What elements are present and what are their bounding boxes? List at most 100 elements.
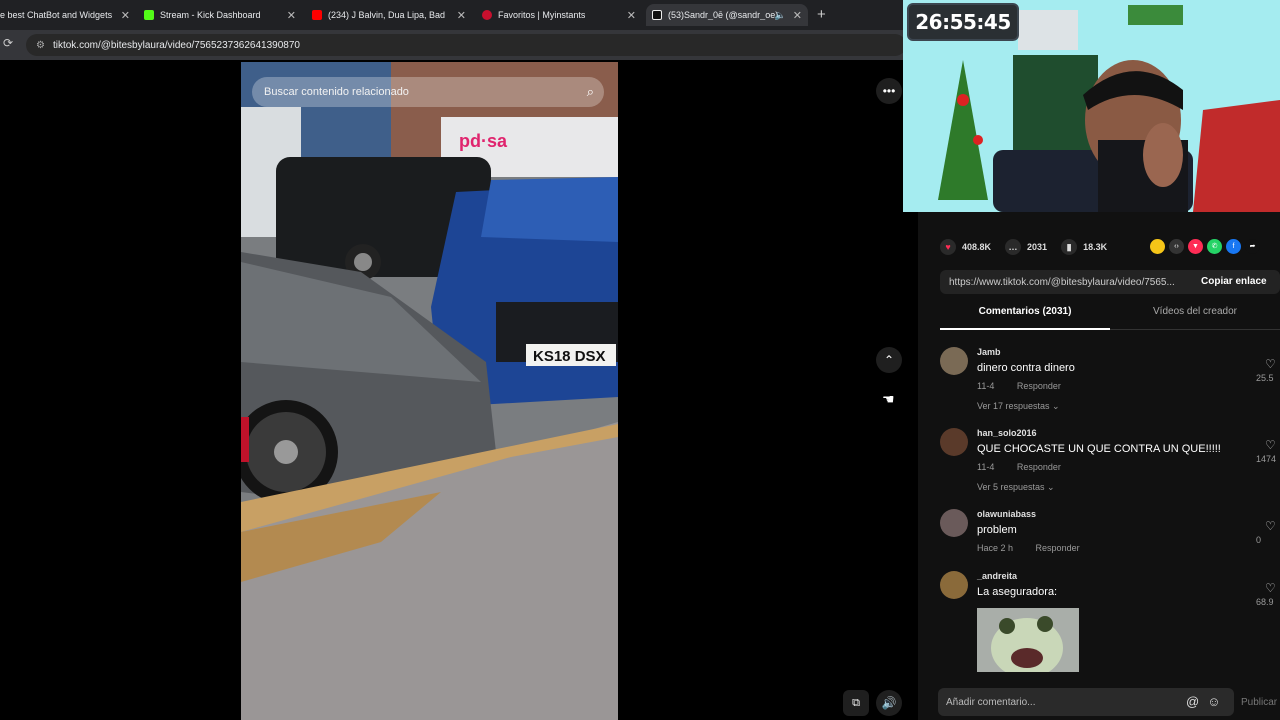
close-icon[interactable]: ✕ [121, 9, 130, 22]
comment-item: _andreita La aseguradora: ♡ 68.9 [940, 571, 1280, 611]
site-settings-icon[interactable]: ⚙ [36, 40, 45, 51]
comment-meta: Hace 2 h Responder [977, 543, 1100, 553]
avatar[interactable] [940, 428, 968, 456]
search-icon[interactable]: ⌕ [587, 84, 594, 100]
emoji-icon[interactable]: ☺ [1207, 694, 1228, 709]
video-frame-image: pd·sa KS18 DSX [241, 62, 618, 720]
publish-button[interactable]: Publicar [1241, 697, 1277, 708]
tab-title: (234) J Balvin, Dua Lipa, Bad Bunny [328, 10, 448, 20]
reload-icon[interactable]: ⟳ [3, 36, 13, 50]
myinstants-icon [482, 10, 492, 20]
license-plate-text: KS18 DSX [533, 348, 606, 365]
view-replies-button[interactable]: Ver 17 respuestas ⌄ [977, 401, 1060, 412]
whatsapp-icon[interactable]: ✆ [1207, 239, 1222, 254]
reply-button[interactable]: Responder [1036, 543, 1080, 553]
related-search-input[interactable]: Buscar contenido relacionado ⌕ [252, 77, 604, 107]
browser-tab-chatbot[interactable]: e best ChatBot and Widgets ✕ [0, 4, 130, 26]
comment-username[interactable]: olawuniabass [977, 509, 1036, 519]
comment-placeholder: Añadir comentario... [946, 696, 1036, 708]
volume-icon[interactable]: 🔊 [876, 690, 902, 716]
pip-icon[interactable]: ⧉ [843, 690, 869, 716]
copy-link-button[interactable]: Copiar enlace [1201, 276, 1267, 287]
video-player[interactable]: pd·sa KS18 DSX [241, 62, 618, 720]
comment-item: Jamb dinero contra dinero 11-4 Responder… [940, 347, 1280, 417]
send-icon[interactable]: ▼ [1188, 239, 1203, 254]
more-options-icon[interactable]: ••• [876, 78, 902, 104]
youtube-icon [312, 10, 322, 20]
comment-username[interactable]: _andreita [977, 571, 1017, 581]
coin-icon[interactable] [1150, 239, 1165, 254]
share-arrow-icon[interactable]: ➦ [1245, 239, 1260, 254]
comment-text: QUE CHOCASTE UN QUE CONTRA UN QUE!!!!! [977, 443, 1221, 455]
comment-icon: … [1005, 239, 1022, 255]
video-link-text: https://www.tiktok.com/@bitesbylaura/vid… [949, 276, 1175, 288]
browser-tab-tiktok[interactable]: (53)Sandr_0ē (@sandr_oe) | 🔈 ✕ [646, 4, 808, 26]
comment-like-count: 0 [1256, 535, 1262, 545]
url-field[interactable]: ⚙ tiktok.com/@bitesbylaura/video/7565237… [26, 34, 906, 56]
comment-username[interactable]: Jamb [977, 347, 1001, 357]
browser-tab-youtube[interactable]: (234) J Balvin, Dua Lipa, Bad Bunny ✕ [312, 4, 466, 26]
speaker-icon[interactable]: 🔈 [775, 10, 786, 21]
comment-like-count: 68.9 [1256, 597, 1274, 607]
heart-icon[interactable]: ♡ [1265, 581, 1276, 595]
hand-cursor-icon: ☚ [882, 391, 895, 407]
heart-icon: ♥ [940, 239, 956, 255]
new-tab-icon[interactable]: + [817, 6, 826, 23]
comment-item: olawuniabass problem Hace 2 h Responder … [940, 509, 1280, 559]
kick-icon [144, 10, 154, 20]
reply-button[interactable]: Responder [1017, 381, 1061, 391]
reply-button[interactable]: Responder [1017, 462, 1061, 472]
comment-text: dinero contra dinero [977, 362, 1075, 374]
browser-tab-kick[interactable]: Stream - Kick Dashboard ✕ [144, 4, 296, 26]
browser-tab-myinstants[interactable]: Favoritos | Myinstants ✕ [482, 4, 636, 26]
comment-count: 2031 [1027, 242, 1048, 252]
panel-tabs: Comentarios (2031) Vídeos del creador [940, 306, 1280, 330]
search-placeholder: Buscar contenido relacionado [264, 86, 409, 98]
comment-sticker-image[interactable] [977, 608, 1079, 672]
facebook-icon[interactable]: f [1226, 239, 1241, 254]
save-button[interactable]: ▮ 18.3K [1061, 239, 1107, 255]
heart-icon[interactable]: ♡ [1265, 357, 1276, 371]
tab-title: Favoritos | Myinstants [498, 10, 586, 20]
comment-text: La aseguradora: [977, 586, 1058, 598]
close-icon[interactable]: ✕ [627, 9, 636, 22]
comment-meta: 11-4 Responder [977, 381, 1081, 391]
avatar[interactable] [940, 509, 968, 537]
comment-like-count: 25.5 [1256, 373, 1274, 383]
tab-comments[interactable]: Comentarios (2031) [940, 306, 1110, 330]
close-icon[interactable]: ✕ [457, 9, 466, 22]
comment-date: 11-4 [977, 462, 995, 472]
engagement-stats: ♥ 408.8K … 2031 ▮ 18.3K [940, 238, 1121, 256]
view-replies-button[interactable]: Ver 5 respuestas ⌄ [977, 482, 1055, 493]
comment-item: han_solo2016 QUE CHOCASTE UN QUE CONTRA … [940, 428, 1280, 498]
avatar[interactable] [940, 571, 968, 599]
embed-icon[interactable]: ‹› [1169, 239, 1184, 254]
close-icon[interactable]: ✕ [793, 9, 802, 22]
stream-timer: 26:55:45 [907, 3, 1019, 41]
comment-date: Hace 2 h [977, 543, 1014, 553]
heart-icon[interactable]: ♡ [1265, 438, 1276, 452]
heart-icon[interactable]: ♡ [1265, 519, 1276, 533]
comment-text: problem [977, 524, 1017, 536]
like-count: 408.8K [962, 242, 992, 252]
like-button[interactable]: ♥ 408.8K [940, 239, 991, 255]
save-count: 18.3K [1083, 242, 1108, 252]
tab-creator-videos[interactable]: Vídeos del creador [1110, 306, 1280, 317]
chevron-up-icon[interactable]: ⌃ [876, 347, 902, 373]
url-text: tiktok.com/@bitesbylaura/video/756523736… [52, 39, 300, 51]
mention-icon[interactable]: @ [1186, 694, 1207, 709]
frog-sticker-image [977, 608, 1079, 672]
comment-like-count: 1474 [1256, 454, 1277, 464]
comment-button[interactable]: … 2031 [1005, 239, 1047, 255]
comment-username[interactable]: han_solo2016 [977, 428, 1037, 438]
close-icon[interactable]: ✕ [287, 9, 296, 22]
bookmark-icon: ▮ [1061, 239, 1078, 255]
comment-date: 11-4 [977, 381, 995, 391]
tab-title: (53)Sandr_0ē (@sandr_oe) | [668, 10, 780, 20]
tab-title: Stream - Kick Dashboard [160, 10, 261, 20]
avatar[interactable] [940, 347, 968, 375]
shop-sign-text: pd·sa [459, 131, 508, 151]
comment-meta: 11-4 Responder [977, 462, 1081, 472]
tiktok-icon [652, 10, 662, 20]
mention-emoji-icons: @☺ [1186, 694, 1228, 709]
